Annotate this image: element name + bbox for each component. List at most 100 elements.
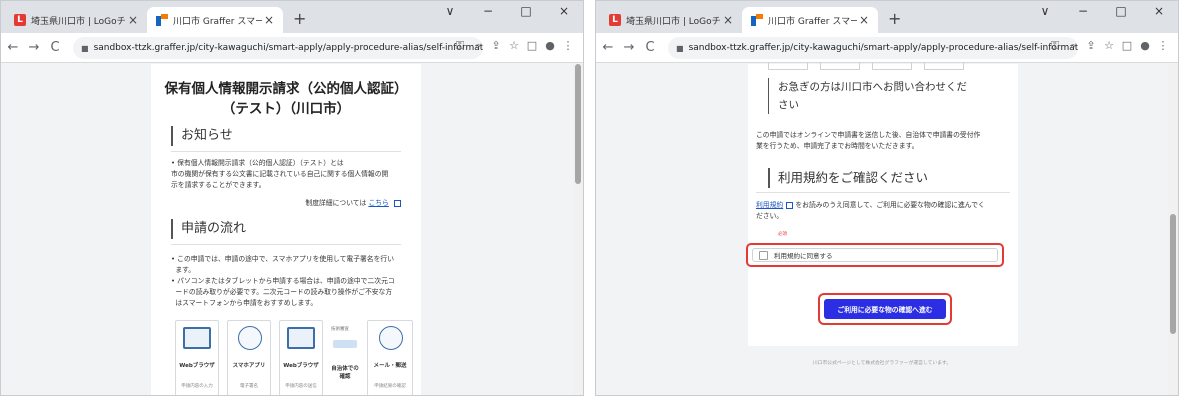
detail-link[interactable]: こちら	[368, 199, 388, 207]
urgent-contact-note: お急ぎの方は川口市へお問い合わせくだ さい	[768, 78, 998, 114]
flow-step-label: 確認	[339, 374, 351, 380]
zoom-icon[interactable]: ⌕	[1064, 39, 1082, 53]
maximize-button[interactable]: □	[507, 4, 545, 18]
forward-button[interactable]: →	[620, 40, 638, 55]
address-bar[interactable]: ■ sandbox-ttzk.graffer.jp/city-kawaguchi…	[668, 37, 1078, 59]
tab-search-button[interactable]: ∨	[431, 4, 469, 18]
window-controls: ∨ − □ ×	[1026, 4, 1178, 18]
site-footer: 川口市公式ページとして株式会社グラファーが運営しています。	[812, 361, 952, 366]
page-scrollbar[interactable]	[573, 64, 583, 395]
window-controls: ∨ − □ ×	[431, 4, 583, 18]
profile-avatar-icon[interactable]: ●	[541, 39, 559, 53]
menu-icon[interactable]: ⋮	[559, 39, 577, 53]
agree-terms-checkbox-field[interactable]: 利用規約に同意する	[752, 248, 998, 262]
flow-box-edge	[820, 62, 860, 70]
scrollbar-thumb[interactable]	[575, 64, 581, 184]
share-icon[interactable]: ⇪	[1082, 39, 1100, 53]
server-icon	[333, 340, 357, 348]
tab-graffer[interactable]: 川口市 Graffer スマート申請 申請の ×	[742, 7, 878, 33]
zoom-icon[interactable]: ⌕	[469, 39, 487, 53]
toolbar-actions: ⚿ ⌕ ⇪ ☆ □ ● ⋮	[1046, 39, 1172, 53]
pc-browser-icon	[287, 327, 315, 349]
agree-terms-checkbox[interactable]	[759, 250, 768, 260]
toolbar-actions: ⚿ ⌕ ⇪ ☆ □ ● ⋮	[451, 39, 577, 53]
page-viewport: 保有個人情報開示請求（公的個人認証） （テスト）（川口市） お知らせ • 保有個…	[1, 64, 583, 395]
address-bar[interactable]: ■ sandbox-ttzk.graffer.jp/city-kawaguchi…	[73, 37, 483, 59]
tab-close-icon[interactable]: ×	[262, 13, 276, 27]
flow-step-label: Webブラウザ	[179, 363, 215, 369]
tab-graffer[interactable]: 川口市 Graffer スマート申請 申請の ×	[147, 7, 283, 33]
browser-toolbar: ← → C ■ sandbox-ttzk.graffer.jp/city-kaw…	[1, 33, 583, 63]
back-button[interactable]: ←	[599, 40, 617, 55]
agree-terms-highlight: 利用規約に同意する	[746, 243, 1004, 267]
close-window-button[interactable]: ×	[545, 4, 583, 18]
notice-heading: お知らせ	[171, 126, 233, 146]
flow-step-sub: 申請内容の送信	[285, 384, 317, 389]
flow-step-browser-input: Webブラウザ 申請内容の入力	[175, 320, 219, 395]
lock-icon: ■	[81, 43, 89, 53]
terms-link[interactable]: 利用規約	[756, 201, 783, 209]
flow-step-sub: 申請内容の入力	[181, 384, 213, 389]
tab-search-button[interactable]: ∨	[1026, 4, 1064, 18]
page-title-line1: 保有個人情報開示請求（公的個人認証）	[164, 81, 408, 97]
flow-step-municipality: 技術審査 自治体での 確認	[327, 320, 363, 395]
minimize-button[interactable]: −	[1064, 4, 1102, 18]
tab-close-icon[interactable]: ×	[126, 13, 140, 27]
page-viewport: お急ぎの方は川口市へお問い合わせくだ さい この申請ではオンラインで申請書を送信…	[596, 62, 1178, 395]
share-icon[interactable]: ⇪	[487, 39, 505, 53]
browser-window-right: L 埼玉県川口市 | LoGoチャット × 川口市 Graffer スマート申請…	[595, 0, 1179, 396]
proceed-button-highlight: ご利用に必要な物の確認へ進む	[818, 293, 952, 325]
side-panel-icon[interactable]: □	[1118, 39, 1136, 53]
maximize-button[interactable]: □	[1102, 4, 1140, 18]
flow-step-top-label: 技術審査	[331, 327, 349, 332]
divider	[756, 192, 1010, 193]
terms-line: 利用規約 をお読みのうえ同意して、ご利用に必要な物の確認に進んでく	[756, 200, 1010, 211]
forward-button[interactable]: →	[25, 40, 43, 55]
flow-bullet: ードの読み取りが必要です。二次元コードの読み取り操作がご不安な方	[175, 288, 393, 296]
password-key-icon[interactable]: ⚿	[1046, 39, 1064, 53]
reload-button[interactable]: C	[641, 40, 659, 55]
new-tab-button[interactable]: +	[888, 9, 901, 28]
new-tab-button[interactable]: +	[293, 9, 306, 28]
agree-terms-label[interactable]: 利用規約に同意する	[774, 250, 833, 260]
terms-heading: 利用規約をご確認ください	[768, 168, 928, 188]
flow-bullet: ます。	[175, 266, 196, 274]
online-note-line: この申請ではオンラインで申請書を送信した後、自治体で申請書の受付作	[756, 131, 981, 139]
browser-window-left: L 埼玉県川口市 | LoGoチャット × 川口市 Graffer スマート申請…	[0, 0, 584, 396]
flow-step-label: メール・郵送	[373, 363, 407, 369]
tab-close-icon[interactable]: ×	[857, 13, 871, 27]
flow-bullet: • パソコンまたはタブレットから申請する場合は、申請の途中で二次元コ	[171, 277, 395, 285]
scrollbar-thumb[interactable]	[1170, 214, 1176, 334]
side-panel-icon[interactable]: □	[523, 39, 541, 53]
tab-strip: L 埼玉県川口市 | LoGoチャット × 川口市 Graffer スマート申請…	[596, 1, 1178, 33]
terms-text-1: をお読みのうえ同意して、ご利用に必要な物の確認に進んでく	[795, 201, 985, 209]
graffer-favicon-icon	[156, 14, 168, 26]
profile-avatar-icon[interactable]: ●	[1136, 39, 1154, 53]
page-scrollbar[interactable]	[1168, 64, 1178, 395]
tab-logo-chat[interactable]: L 埼玉県川口市 | LoGoチャット ×	[5, 7, 147, 33]
bookmark-star-icon[interactable]: ☆	[1100, 39, 1118, 53]
tab-close-icon[interactable]: ×	[721, 13, 735, 27]
pc-browser-icon	[183, 327, 211, 349]
bookmark-star-icon[interactable]: ☆	[505, 39, 523, 53]
flow-step-label: 自治体での	[331, 366, 359, 372]
minimize-button[interactable]: −	[469, 4, 507, 18]
flow-step-label: Webブラウザ	[283, 363, 319, 369]
notice-text: • 保有個人情報開示請求（公的個人認証）（テスト）とは 市の機関が保有する公文書…	[171, 158, 401, 191]
external-link-icon	[786, 201, 794, 209]
back-button[interactable]: ←	[4, 40, 22, 55]
close-window-button[interactable]: ×	[1140, 4, 1178, 18]
url-text: sandbox-ttzk.graffer.jp/city-kawaguchi/s…	[688, 43, 1078, 53]
proceed-to-requirements-button[interactable]: ご利用に必要な物の確認へ進む	[824, 299, 946, 319]
tab-strip: L 埼玉県川口市 | LoGoチャット × 川口市 Graffer スマート申請…	[1, 1, 583, 33]
flow-diagram: Webブラウザ 申請内容の入力 スマホアプリ 電子署名 Webブラウザ 申請内容…	[175, 320, 413, 395]
password-key-icon[interactable]: ⚿	[451, 39, 469, 53]
lock-icon: ■	[676, 43, 684, 53]
tab-title: 川口市 Graffer スマート申請 申請の	[173, 16, 262, 27]
notice-line: • 保有個人情報開示請求（公的個人認証）（テスト）とは	[171, 159, 344, 167]
tab-logo-chat[interactable]: L 埼玉県川口市 | LoGoチャット ×	[600, 7, 742, 33]
menu-icon[interactable]: ⋮	[1154, 39, 1172, 53]
flow-step-sub: 電子署名	[240, 384, 258, 389]
reload-button[interactable]: C	[46, 40, 64, 55]
detail-prefix: 制度詳細については	[305, 199, 367, 207]
